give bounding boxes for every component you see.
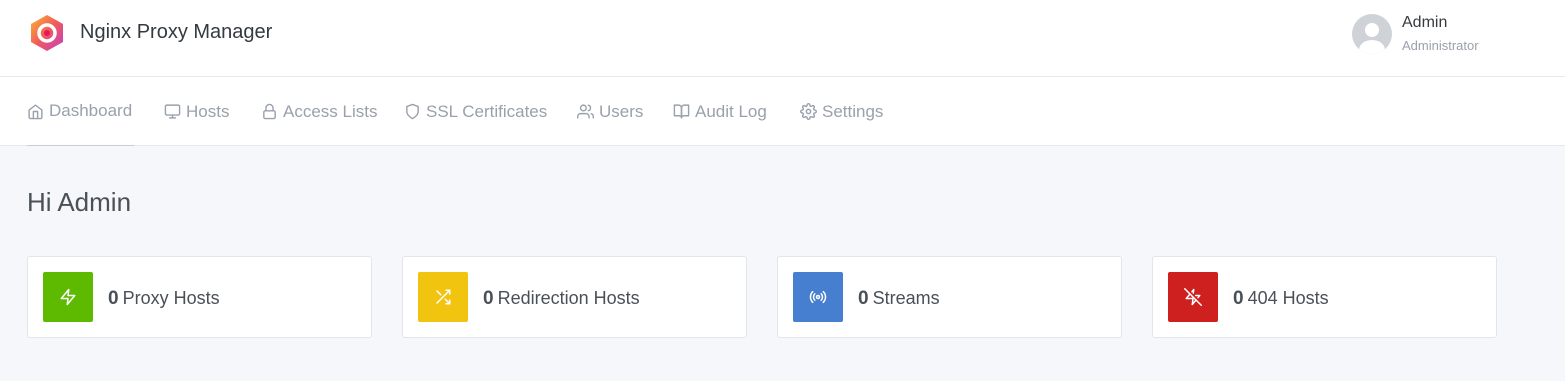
card-proxy-hosts-icon-box (43, 272, 93, 322)
home-icon (28, 103, 43, 119)
card-proxy-hosts[interactable]: 0 Proxy Hosts (27, 256, 372, 338)
card-redirection-hosts-icon-box (418, 272, 468, 322)
nav-hosts-label: Hosts (186, 101, 230, 121)
user-menu[interactable]: Admin Administrator (1352, 12, 1532, 62)
card-redirection-hosts[interactable]: 0 Redirection Hosts (402, 256, 747, 338)
nav-ssl-certificates-label: SSL Certificates (426, 101, 548, 121)
redirection-hosts-label: Redirection Hosts (497, 288, 640, 308)
nav-audit-log-label: Audit Log (695, 101, 767, 121)
user-name: Admin (1402, 14, 1448, 31)
gear-icon (800, 103, 817, 120)
radio-icon (809, 290, 827, 304)
nav-users-label: Users (599, 101, 644, 121)
nav-users[interactable]: Users (577, 77, 643, 146)
main-nav: Dashboard Hosts Access Lists SSL Certifi… (0, 77, 1565, 146)
user-avatar-icon (1359, 23, 1385, 54)
users-icon (577, 104, 594, 119)
book-icon (673, 104, 690, 119)
nav-access-lists-label: Access Lists (283, 101, 378, 121)
nav-dashboard-label: Dashboard (49, 101, 133, 120)
card-streams-icon-box (793, 272, 843, 322)
nav-access-lists[interactable]: Access Lists (261, 77, 377, 146)
card-404-hosts[interactable]: 0 404 Hosts (1152, 256, 1497, 338)
nav-hosts[interactable]: Hosts (164, 77, 229, 146)
streams-label: Streams (872, 288, 940, 308)
monitor-icon (164, 104, 181, 119)
nav-settings[interactable]: Settings (800, 77, 883, 146)
page-greeting: Hi Admin (27, 187, 132, 217)
avatar[interactable] (1352, 14, 1392, 54)
npm-logo-icon[interactable] (27, 13, 67, 53)
user-role: Administrator (1402, 38, 1479, 53)
404-hosts-label: 404 Hosts (1247, 288, 1329, 308)
lock-icon (263, 103, 276, 120)
card-redirection-hosts-text: 0 Redirection Hosts (483, 286, 640, 311)
nav-dashboard[interactable]: Dashboard (27, 77, 134, 146)
proxy-hosts-count: 0 (108, 288, 119, 309)
card-streams[interactable]: 0 Streams (777, 256, 1122, 338)
shuffle-icon (436, 289, 451, 305)
app-title: Nginx Proxy Manager (80, 21, 273, 43)
streams-count: 0 (858, 288, 869, 309)
zap-icon (60, 288, 76, 306)
nav-audit-log[interactable]: Audit Log (673, 77, 767, 146)
nav-ssl-certificates[interactable]: SSL Certificates (404, 77, 547, 146)
redirection-hosts-count: 0 (483, 288, 494, 309)
proxy-hosts-label: Proxy Hosts (122, 288, 220, 308)
card-streams-text: 0 Streams (858, 286, 940, 311)
zap-off-icon (1184, 288, 1202, 306)
shield-icon (406, 103, 419, 120)
nav-settings-label: Settings (822, 101, 884, 121)
card-proxy-hosts-text: 0 Proxy Hosts (108, 286, 220, 311)
top-header: Nginx Proxy Manager Admin Administrator (0, 0, 1565, 77)
card-404-hosts-icon-box (1168, 272, 1218, 322)
card-404-hosts-text: 0 404 Hosts (1233, 286, 1329, 311)
404-hosts-count: 0 (1233, 288, 1244, 309)
